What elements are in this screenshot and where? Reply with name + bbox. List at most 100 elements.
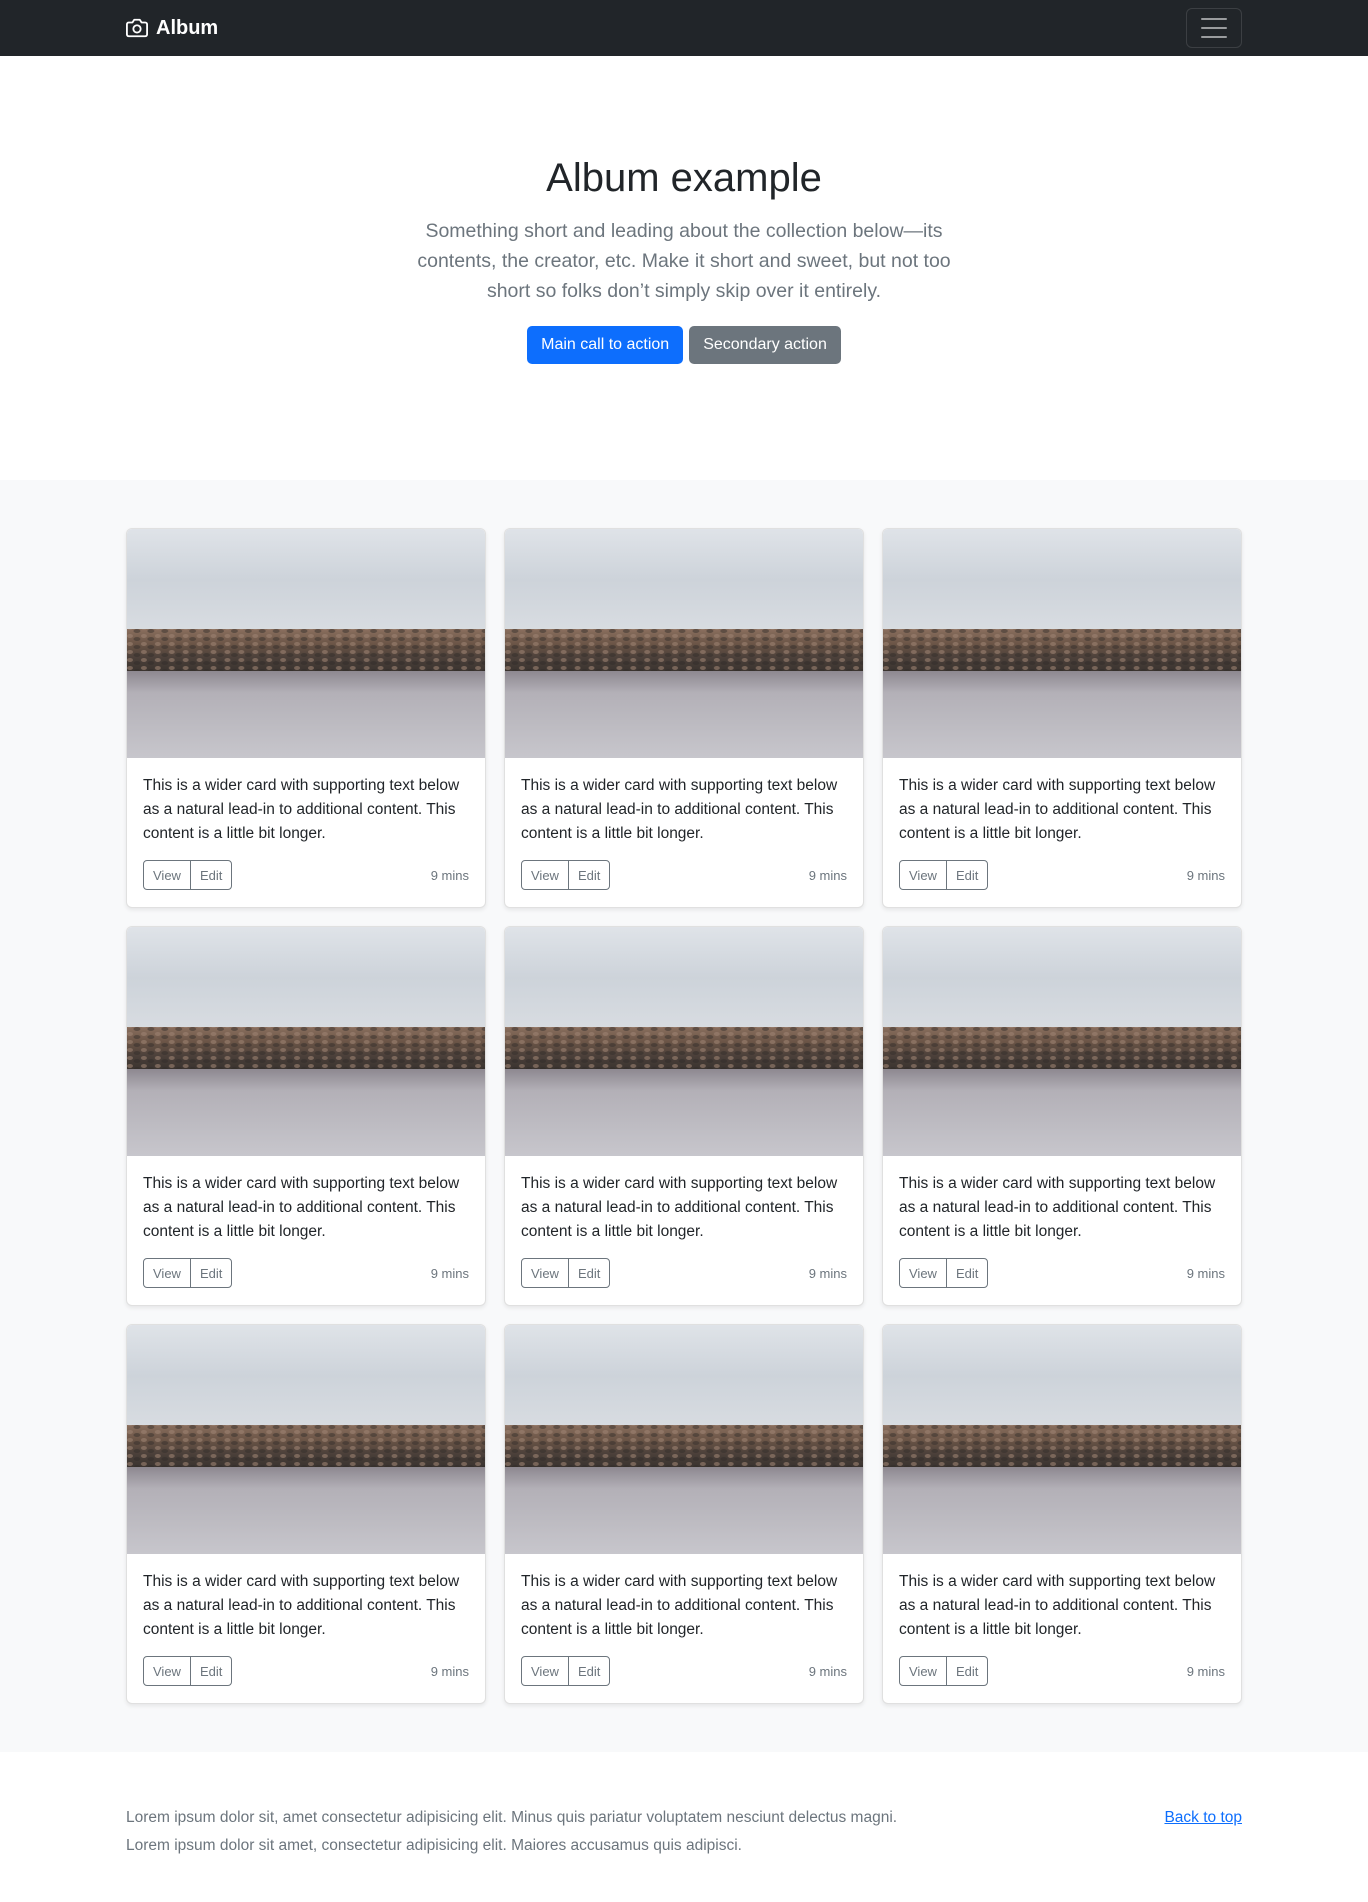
footer-text: Lorem ipsum dolor sit, amet consectetur … — [126, 1804, 897, 1860]
card-body: This is a wider card with supporting tex… — [883, 1156, 1241, 1302]
card-body: This is a wider card with supporting tex… — [505, 1156, 863, 1302]
footer-line-1: Lorem ipsum dolor sit, amet consectetur … — [126, 1809, 898, 1826]
navbar: Album — [0, 0, 1368, 56]
hero-lead-text: Something short and leading about the co… — [417, 220, 951, 302]
main-call-to-action-button[interactable]: Main call to action — [527, 326, 684, 364]
footer-line-2: Lorem ipsum dolor sit amet, consectetur … — [126, 1837, 742, 1854]
brand-label: Album — [156, 16, 219, 39]
card-footer: View Edit 9 mins — [521, 860, 847, 890]
view-button[interactable]: View — [899, 1258, 947, 1288]
card-button-group: View Edit — [143, 860, 233, 890]
card-footer: View Edit 9 mins — [143, 1258, 469, 1288]
card-footer: View Edit 9 mins — [521, 1258, 847, 1288]
card-body: This is a wider card with supporting tex… — [883, 758, 1241, 904]
card-text: This is a wider card with supporting tex… — [143, 1175, 460, 1240]
card-footer: View Edit 9 mins — [899, 1656, 1225, 1686]
card-thumbnail-image — [883, 927, 1241, 1156]
album-card: This is a wider card with supporting tex… — [504, 926, 864, 1306]
card-time-label: 9 mins — [1186, 867, 1225, 883]
album-card: This is a wider card with supporting tex… — [126, 528, 486, 908]
card-text: This is a wider card with supporting tex… — [521, 1573, 838, 1638]
card-thumbnail-image — [505, 1325, 863, 1554]
card-thumbnail-image — [127, 927, 485, 1156]
card-footer: View Edit 9 mins — [899, 1258, 1225, 1288]
edit-button[interactable]: Edit — [567, 1258, 611, 1288]
card-button-group: View Edit — [899, 1656, 989, 1686]
card-button-group: View Edit — [521, 1258, 611, 1288]
edit-button[interactable]: Edit — [945, 860, 989, 890]
card-time-label: 9 mins — [808, 1265, 847, 1281]
edit-button[interactable]: Edit — [189, 860, 233, 890]
album-card: This is a wider card with supporting tex… — [882, 926, 1242, 1306]
view-button[interactable]: View — [143, 1656, 191, 1686]
card-thumbnail-image — [883, 529, 1241, 758]
secondary-action-button[interactable]: Secondary action — [689, 326, 841, 364]
album-card: This is a wider card with supporting tex… — [504, 1324, 864, 1704]
edit-button[interactable]: Edit — [189, 1258, 233, 1288]
card-button-group: View Edit — [899, 860, 989, 890]
navbar-container: Album — [126, 8, 1242, 48]
view-button[interactable]: View — [143, 1258, 191, 1288]
card-text: This is a wider card with supporting tex… — [521, 1175, 838, 1240]
card-time-label: 9 mins — [1186, 1265, 1225, 1281]
card-body: This is a wider card with supporting tex… — [505, 758, 863, 904]
card-text: This is a wider card with supporting tex… — [521, 777, 838, 842]
album-card: This is a wider card with supporting tex… — [882, 1324, 1242, 1704]
view-button[interactable]: View — [143, 860, 191, 890]
card-footer: View Edit 9 mins — [143, 860, 469, 890]
card-thumbnail-image — [883, 1325, 1241, 1554]
card-body: This is a wider card with supporting tex… — [505, 1554, 863, 1700]
card-thumbnail-image — [127, 529, 485, 758]
view-button[interactable]: View — [521, 1258, 569, 1288]
card-time-label: 9 mins — [808, 867, 847, 883]
hamburger-icon — [1201, 18, 1227, 38]
brand-link[interactable]: Album — [126, 17, 218, 40]
edit-button[interactable]: Edit — [945, 1258, 989, 1288]
card-footer: View Edit 9 mins — [521, 1656, 847, 1686]
edit-button[interactable]: Edit — [567, 860, 611, 890]
card-button-group: View Edit — [143, 1656, 233, 1686]
edit-button[interactable]: Edit — [567, 1656, 611, 1686]
view-button[interactable]: View — [521, 860, 569, 890]
card-footer: View Edit 9 mins — [899, 860, 1225, 890]
card-button-group: View Edit — [899, 1258, 989, 1288]
card-button-group: View Edit — [143, 1258, 233, 1288]
card-footer: View Edit 9 mins — [143, 1656, 469, 1686]
card-body: This is a wider card with supporting tex… — [883, 1554, 1241, 1700]
card-thumbnail-image — [505, 927, 863, 1156]
card-time-label: 9 mins — [430, 1265, 469, 1281]
album-card: This is a wider card with supporting tex… — [504, 528, 864, 908]
edit-button[interactable]: Edit — [945, 1656, 989, 1686]
album-section: This is a wider card with supporting tex… — [0, 480, 1368, 1752]
footer: Lorem ipsum dolor sit, amet consectetur … — [0, 1752, 1368, 1902]
edit-button[interactable]: Edit — [189, 1656, 233, 1686]
navbar-toggler-button[interactable] — [1186, 8, 1242, 48]
card-thumbnail-image — [127, 1325, 485, 1554]
card-body: This is a wider card with supporting tex… — [127, 758, 485, 904]
card-time-label: 9 mins — [808, 1663, 847, 1679]
card-time-label: 9 mins — [430, 1663, 469, 1679]
card-button-group: View Edit — [521, 1656, 611, 1686]
card-time-label: 9 mins — [1186, 1663, 1225, 1679]
view-button[interactable]: View — [521, 1656, 569, 1686]
album-card: This is a wider card with supporting tex… — [126, 926, 486, 1306]
card-text: This is a wider card with supporting tex… — [143, 777, 460, 842]
back-to-top-link[interactable]: Back to top — [1164, 1804, 1242, 1832]
camera-icon — [126, 17, 148, 39]
view-button[interactable]: View — [899, 860, 947, 890]
card-text: This is a wider card with supporting tex… — [899, 1175, 1216, 1240]
card-time-label: 9 mins — [430, 867, 469, 883]
card-body: This is a wider card with supporting tex… — [127, 1554, 485, 1700]
album-card: This is a wider card with supporting tex… — [126, 1324, 486, 1704]
card-thumbnail-image — [505, 529, 863, 758]
card-grid: This is a wider card with supporting tex… — [126, 528, 1242, 1704]
card-text: This is a wider card with supporting tex… — [899, 1573, 1216, 1638]
hero-section: Album example Something short and leadin… — [0, 56, 1368, 480]
album-card: This is a wider card with supporting tex… — [882, 528, 1242, 908]
card-text: This is a wider card with supporting tex… — [899, 777, 1216, 842]
page-title: Album example — [546, 156, 822, 200]
card-button-group: View Edit — [521, 860, 611, 890]
hero-actions: Main call to action Secondary action — [0, 326, 1368, 364]
card-body: This is a wider card with supporting tex… — [127, 1156, 485, 1302]
view-button[interactable]: View — [899, 1656, 947, 1686]
